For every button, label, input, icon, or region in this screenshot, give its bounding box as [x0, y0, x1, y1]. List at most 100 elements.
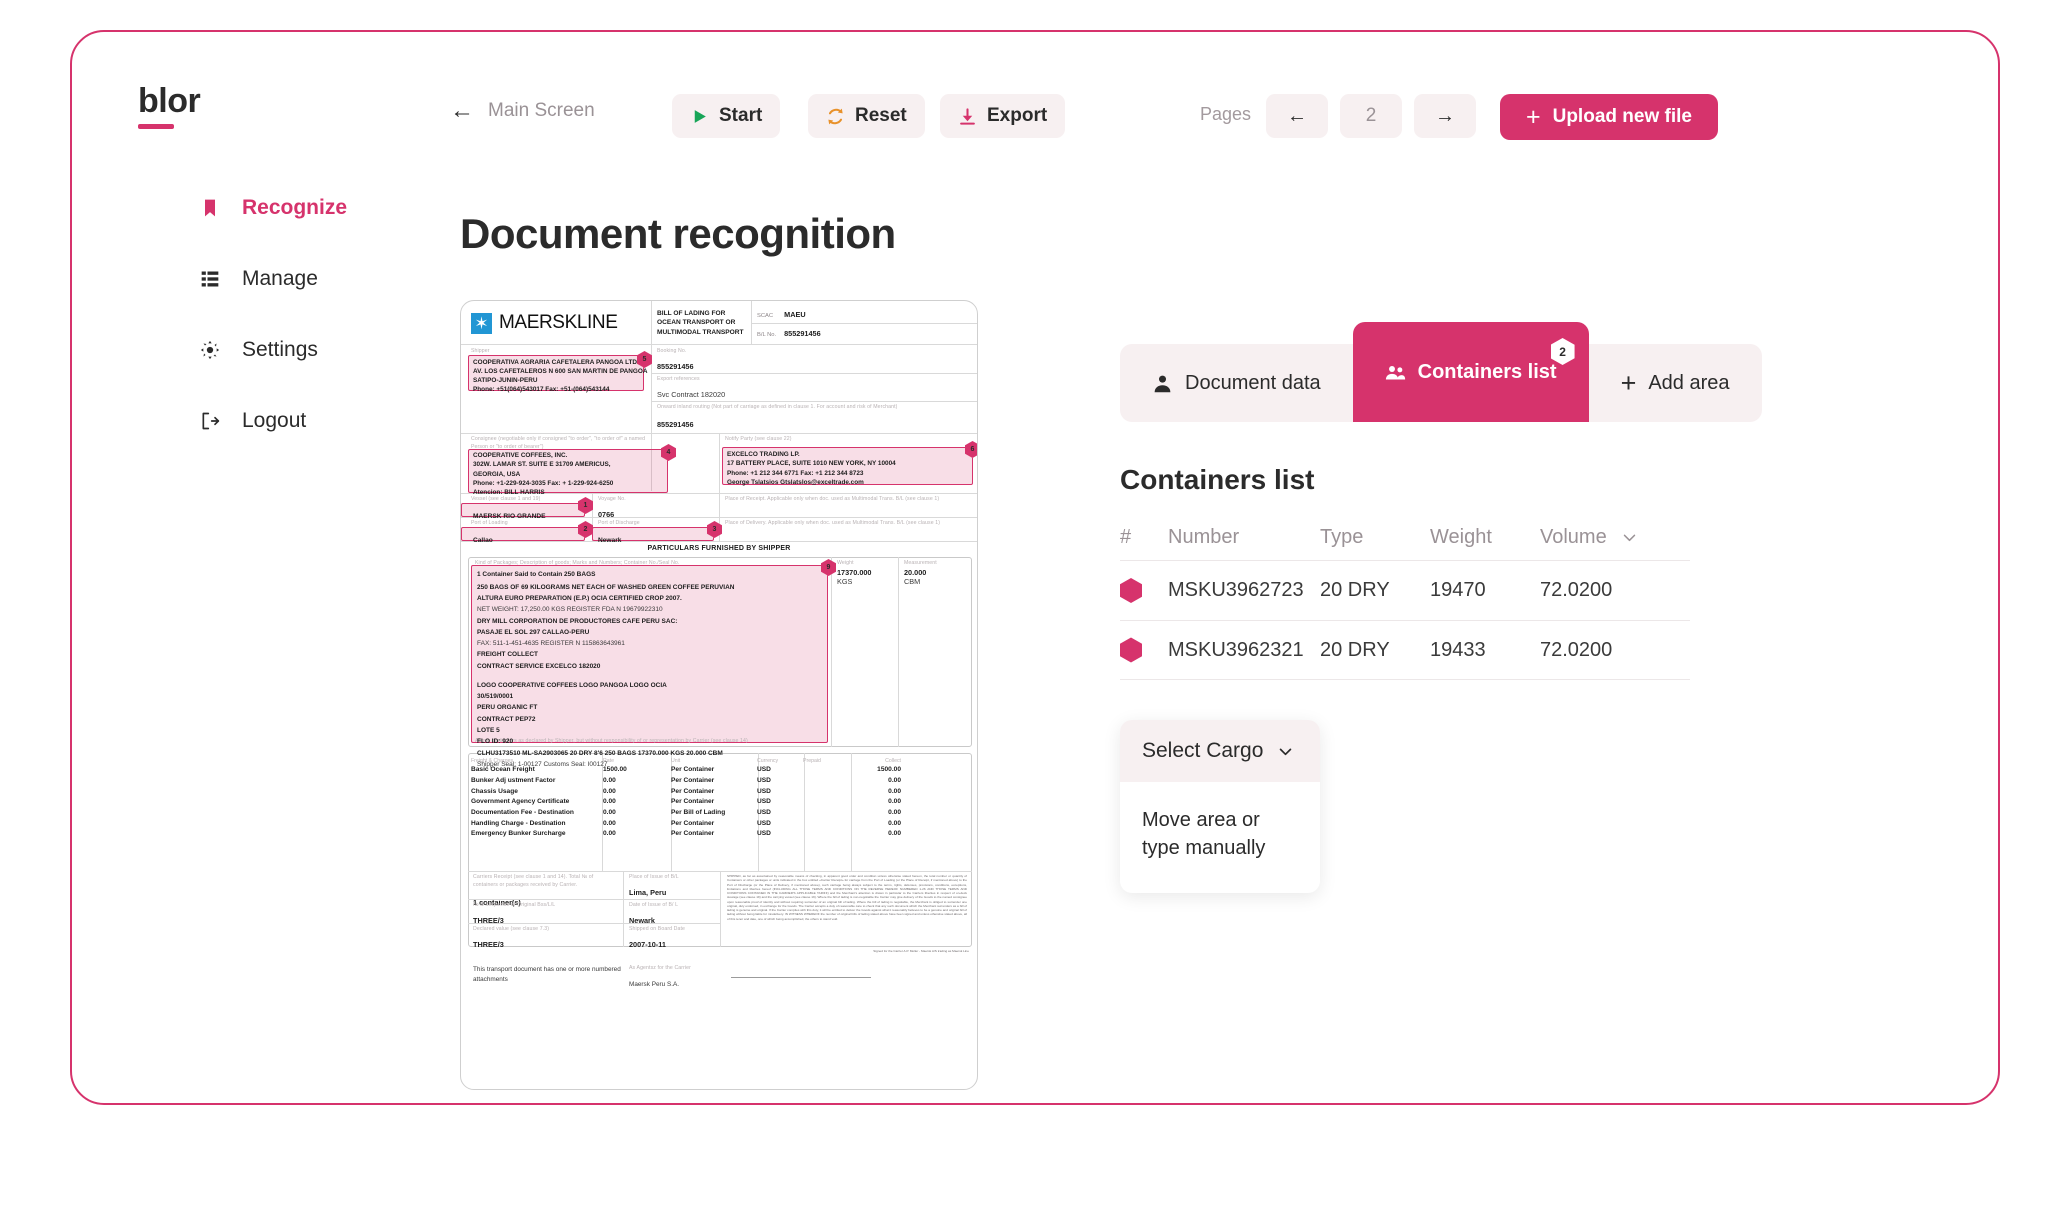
tab-add-area[interactable]: + Add area [1588, 344, 1762, 422]
place-of-issue-value: Lima, Peru [629, 888, 667, 897]
table-header-row: # Number Type Weight Volume [1120, 514, 1690, 560]
start-label: Start [719, 105, 763, 126]
col-collect: Collect [885, 758, 901, 764]
divider [468, 899, 720, 900]
sidebar-item-logout[interactable]: Logout [72, 395, 372, 447]
measurement-field: Measurement 20.000 CBM [904, 560, 937, 586]
sidebar-item-recognize[interactable]: Recognize [72, 182, 372, 234]
scac-field: SCAC MAEU [757, 310, 806, 319]
refresh-icon [828, 108, 843, 124]
tab-containers-list[interactable]: Containers list 2 [1352, 322, 1589, 422]
weight-unit: KGS [837, 577, 853, 586]
divider [751, 323, 977, 324]
column-type[interactable]: Type [1320, 526, 1430, 549]
col-prepaid: Prepaid [803, 758, 821, 764]
reset-button[interactable]: Reset [808, 94, 925, 138]
cargo-selector-card: Select Cargo Move area or type manually [1120, 720, 1320, 893]
row-marker[interactable]: 1 [1120, 578, 1168, 603]
export-button[interactable]: Export [940, 94, 1066, 138]
onward-label: Onward inland routing (Not part of carri… [657, 404, 898, 410]
bookmark-icon [205, 199, 215, 217]
select-cargo-dropdown[interactable]: Select Cargo [1120, 720, 1320, 782]
bl-no-label: B/L No. [757, 332, 777, 338]
tab-label: Containers list [1417, 360, 1557, 383]
divider [720, 871, 721, 947]
cell-type: 20 DRY [1320, 638, 1390, 661]
export-ref-value: Svc Contract 182020 [657, 390, 726, 399]
maersk-wordmark: MAERSKLINE [499, 312, 618, 334]
freight-row: Documentation Fee - Destination 0.00 Per… [471, 809, 901, 817]
back-to-main-screen[interactable]: ← Main Screen [450, 99, 595, 123]
weight-value: 17370.000 [837, 568, 872, 577]
upload-new-file-button[interactable]: + Upload new file [1500, 94, 1718, 140]
booking-field: Booking No. 855291456 [657, 348, 694, 374]
logo-text: blor [138, 82, 201, 120]
sidebar-item-settings[interactable]: Settings [72, 324, 372, 376]
freight-row: Chassis Usage 0.00 Per Container USD 0.0… [471, 787, 901, 795]
onward-value: 855291456 [657, 419, 694, 429]
divider [651, 301, 652, 345]
signature-line [731, 977, 871, 978]
column-volume[interactable]: Volume [1540, 526, 1660, 549]
table-row[interactable]: 1 MSKU3962723 20 DRY 19470 72.0200 [1120, 560, 1690, 620]
scac-value: MAEU [784, 310, 806, 319]
gear-icon [200, 340, 220, 360]
arrow-left-icon: ← [1287, 104, 1307, 127]
divider [461, 541, 977, 542]
maersk-logo: ✶ MAERSKLINE [471, 312, 618, 334]
signature-note: Signed for the Carrier A.P. Moller - Mae… [873, 949, 969, 953]
plus-icon: + [1620, 367, 1637, 398]
column-volume-label: Volume [1540, 525, 1607, 548]
next-page-button[interactable]: → [1414, 94, 1476, 138]
cell-number: MSKU3962321 [1168, 638, 1304, 661]
cell-number: MSKU3962723 [1168, 579, 1304, 601]
terms-fine-print: SHIPPED, as far as ascertained by reason… [727, 874, 967, 921]
date-of-issue-field: Date of Issue of B/ L Newark [629, 902, 714, 928]
cell-type: 20 DRY [1320, 579, 1390, 601]
notify-value: EXCELCO TRADING LP. 17 BATTERY PLACE, SU… [727, 451, 896, 487]
logo-underline [138, 124, 174, 129]
previous-page-button[interactable]: ← [1266, 94, 1328, 138]
cell-volume: 72.0200 [1540, 579, 1613, 601]
start-button[interactable]: Start [672, 94, 781, 138]
tab-label: Add area [1648, 371, 1730, 394]
maersk-star-icon: ✶ [471, 312, 492, 334]
onward-routing-field: Onward inland routing (Not part of carri… [657, 404, 967, 432]
sidebar-item-label: Recognize [242, 196, 348, 219]
column-weight[interactable]: Weight [1430, 526, 1540, 549]
tab-document-data[interactable]: Document data [1120, 344, 1353, 422]
weight-field: Weight 17370.000 KGS [837, 560, 872, 586]
export-ref-field: Export references Svc Contract 182020 [657, 376, 725, 402]
table-row[interactable]: 2 MSKU3962321 20 DRY 19433 72.0200 [1120, 620, 1690, 680]
vessel-value: MAERSK RIO GRANDE [473, 513, 546, 520]
sidebar-item-label: Settings [242, 338, 318, 361]
back-label: Main Screen [488, 100, 595, 121]
divider [898, 557, 899, 747]
panel-tabs: Document data Containers list 2 + Add ar… [1120, 322, 1762, 422]
maersk-word-bold: MAERSK [499, 312, 577, 333]
row-marker[interactable]: 2 [1120, 637, 1168, 663]
attachments-note: This transport document has one or more … [473, 966, 621, 983]
place-of-delivery-label: Place of Delivery. Applicable only when … [725, 520, 941, 526]
row-index-badge: 2 [1120, 637, 1142, 663]
shipped-value: 2007-10-11 [629, 940, 666, 949]
sidebar: Recognize Manage Settings Logout [72, 182, 372, 447]
particulars-title: PARTICULARS FURNISHED BY SHIPPER [647, 545, 791, 552]
list-icon [201, 271, 219, 287]
reset-label: Reset [855, 105, 907, 126]
divider [468, 923, 720, 924]
shipped-on-board-field: Shipped on Board Date 2007-10-11 [629, 926, 714, 952]
download-icon [960, 107, 975, 125]
column-number[interactable]: Number [1168, 526, 1320, 549]
chevron-down-icon [1623, 534, 1635, 541]
person-icon [1154, 375, 1171, 392]
app-logo[interactable]: blor [138, 82, 201, 129]
place-of-issue-label: Place of Issue of B/L [629, 874, 679, 880]
sidebar-item-manage[interactable]: Manage [72, 253, 372, 305]
row-index-badge: 1 [1120, 578, 1142, 603]
people-icon [1385, 365, 1405, 379]
cell-weight: 19433 [1430, 638, 1486, 661]
document-preview[interactable]: ✶ MAERSKLINE BILL OF LADING FOR OCEAN TR… [460, 300, 978, 1090]
panel-title: Containers list [1120, 464, 1315, 495]
chevron-down-icon [1280, 748, 1292, 755]
